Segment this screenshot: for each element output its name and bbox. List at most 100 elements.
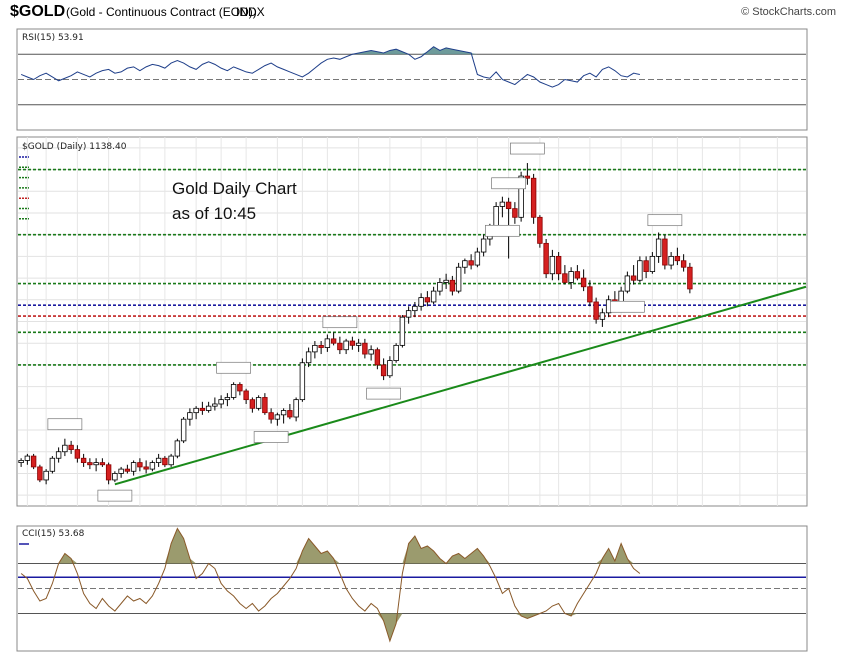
candle-body [630,275,637,281]
candle-body [562,273,568,283]
cci-panel: CCI(15) 53.68 [16,525,808,652]
candle-body [124,468,131,472]
candle-body [418,297,424,307]
candle-body [112,473,118,481]
price-title: $GOLD (Daily) 1138.40 [22,142,127,152]
rsi-panel: RSI(15) 53.91 [16,28,808,131]
candle-body [355,342,362,346]
candle-body [130,462,137,472]
price-point-label-group [366,387,401,400]
candle-body [149,462,156,470]
candle-body [555,255,562,275]
candle-body [637,260,643,281]
candle-body [430,290,437,303]
candle-body [205,405,212,411]
candle-body [218,399,224,405]
candle-body [199,407,206,411]
candle-body [180,418,187,442]
candle-body [568,271,574,283]
candle-body [368,349,374,355]
candle-body [437,282,443,292]
candle-body [643,260,649,272]
candle-body [193,407,199,414]
candle-body [155,457,162,463]
candle-body [105,464,112,481]
candle-body [305,351,312,364]
candle-body [599,312,606,320]
price-point-label-box [97,489,133,502]
candle-body [662,238,668,266]
candle-body [574,271,581,279]
candle-body [399,316,406,346]
candle-body [18,460,24,463]
candle-body [299,362,306,401]
candle-body [387,360,393,377]
candle-body [624,275,631,292]
candle-body [243,390,249,401]
candle-body [137,462,143,468]
price-point-label-box [216,361,251,374]
candle-body [293,399,299,418]
candle-body [412,305,418,312]
candle-body [505,201,512,210]
candle-body [493,206,499,229]
candle-body [312,344,318,353]
cci-title: CCI(15) 53.68 [22,529,85,539]
candle-body [443,279,449,283]
price-point-label-group [485,224,520,237]
price-point-label-box [610,300,645,313]
price-point-label-group [491,177,526,190]
candle-body [187,412,193,420]
candle-body [668,255,674,266]
candle-body [543,242,549,275]
candle-body [424,297,431,303]
symbol-title: $GOLD [10,3,65,20]
candle-body [280,410,287,416]
candle-body [87,462,93,466]
candle-body [649,255,656,272]
candle-body [537,216,543,244]
candle-body [68,444,74,450]
candle-body [468,260,474,266]
price-point-label-box [366,387,401,400]
candle-body [380,364,387,377]
price-point-label-box [322,316,358,329]
candle-body [99,462,106,466]
candle-body [330,338,337,344]
candle-body [224,397,231,401]
candle-body [237,384,243,392]
candle-body [449,279,456,292]
chart-note-line-2: as of 10:45 [172,204,256,223]
price-point-label-box [647,214,683,227]
price-point-label-group [253,431,289,443]
candle-body [337,342,343,351]
candle-body [230,384,237,398]
candle-body [287,410,293,418]
candle-body [680,260,687,268]
candle-body [255,397,262,409]
candle-body [349,340,356,346]
candle-body [374,349,381,366]
candle-body [43,470,49,481]
candle-body [268,412,274,420]
price-point-label-box [510,142,545,155]
candle-body [55,451,62,459]
candle-body [499,201,506,207]
rsi-title: RSI(15) 53.91 [22,33,84,43]
candle-body [687,266,693,290]
price-panel: $GOLD (Daily) 1138.40 Gold Daily Chart a… [16,136,808,507]
candle-body [549,255,556,275]
price-point-label-box [485,224,520,237]
candle-body [512,208,518,218]
candle-body [580,277,587,288]
candle-body [49,457,56,472]
watermark: © StockCharts.com [741,6,836,18]
candle-body [74,449,81,459]
candle-body [24,455,31,461]
candle-body [343,340,349,351]
candle-body [655,238,662,257]
candle-body [530,177,537,218]
price-point-label-group [322,316,358,329]
candle-body [249,399,256,409]
candle-body [405,310,412,318]
